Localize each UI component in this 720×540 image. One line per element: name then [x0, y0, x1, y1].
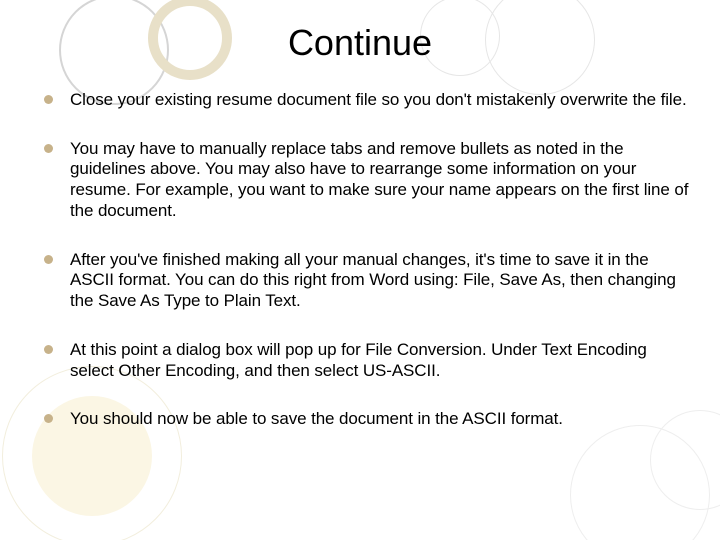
- page-title: Continue: [0, 22, 720, 64]
- list-item: You should now be able to save the docum…: [44, 409, 690, 430]
- list-item: Close your existing resume document file…: [44, 90, 690, 111]
- bullet-list: Close your existing resume document file…: [44, 90, 690, 430]
- list-item: At this point a dialog box will pop up f…: [44, 340, 690, 381]
- list-item: After you've finished making all your ma…: [44, 250, 690, 312]
- content-area: Close your existing resume document file…: [44, 90, 690, 458]
- list-item: You may have to manually replace tabs an…: [44, 139, 690, 222]
